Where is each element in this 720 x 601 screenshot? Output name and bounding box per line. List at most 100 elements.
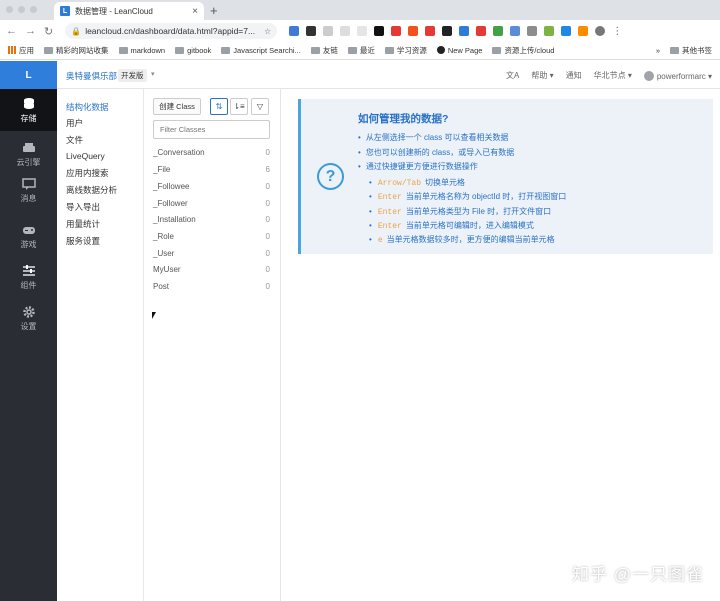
class-row[interactable]: Post 0	[153, 282, 270, 291]
sidebar-item-components[interactable]: 组件	[0, 256, 57, 298]
class-row[interactable]: _File 6	[153, 165, 270, 174]
extension-icon[interactable]	[391, 26, 402, 36]
help-panel: 如何管理我的数据? ? 从左侧选择一个 class 可以查看相关数据 您也可以创…	[298, 99, 713, 254]
bookmark-folder[interactable]: 学习资源	[385, 45, 427, 56]
bookmark-folder[interactable]: 最近	[348, 45, 375, 56]
chevron-down-icon[interactable]: ▾	[151, 70, 155, 78]
extension-icon[interactable]	[374, 26, 385, 36]
help-title: 如何管理我的数据?	[358, 113, 449, 125]
class-row[interactable]: _Installation 0	[153, 215, 270, 224]
sort-name-icon[interactable]: ⇅	[210, 98, 228, 115]
region-menu[interactable]: 华北节点 ▾	[594, 70, 632, 81]
extension-icon[interactable]	[510, 26, 521, 36]
class-name: Post	[153, 282, 170, 291]
extension-icon[interactable]	[442, 26, 453, 36]
extension-icon[interactable]	[425, 26, 436, 36]
submenu-item-files[interactable]: 文件	[66, 134, 83, 146]
bookmark-folder[interactable]: 资源上传/cloud	[492, 45, 554, 56]
language-icon[interactable]: 文A	[506, 70, 519, 81]
class-row[interactable]: _User 0	[153, 249, 270, 258]
bookmark-folder[interactable]: Javascript Searchi...	[221, 46, 301, 55]
extension-icon[interactable]	[476, 26, 487, 36]
close-tab-icon[interactable]: ×	[192, 6, 198, 17]
shortcut-item: Enter当前单元格类型为 File 时，打开文件窗口	[369, 206, 551, 217]
notify-link[interactable]: 通知	[566, 70, 582, 81]
submenu-item-usage-stats[interactable]: 用量统计	[66, 218, 100, 230]
profile-avatar-icon[interactable]	[595, 26, 606, 36]
class-name: _Follower	[153, 199, 188, 208]
sidebar-item-settings[interactable]: 设置	[0, 297, 57, 339]
class-count: 0	[265, 232, 270, 241]
extension-icon[interactable]	[323, 26, 334, 36]
submenu-item-import-export[interactable]: 导入导出	[66, 201, 100, 213]
bookmark-apps[interactable]: 应用	[8, 45, 34, 56]
submenu-item-service-settings[interactable]: 服务设置	[66, 235, 100, 247]
submenu-item-structured-data[interactable]: 结构化数据	[66, 101, 109, 113]
class-name: _File	[153, 165, 171, 174]
leancloud-logo[interactable]: L	[0, 61, 57, 89]
sidebar-item-storage[interactable]: 存储	[0, 89, 57, 131]
class-row[interactable]: MyUser 0	[153, 265, 270, 274]
extension-icon[interactable]	[578, 26, 589, 36]
submenu-item-users[interactable]: 用户	[66, 117, 83, 129]
new-tab-icon[interactable]: +	[210, 3, 218, 18]
submenu-item-in-app-search[interactable]: 应用内搜索	[66, 167, 109, 179]
sidebar-item-game[interactable]: 游戏	[0, 215, 57, 257]
question-icon: ?	[317, 163, 344, 190]
bookmark-folder[interactable]: gitbook	[175, 46, 211, 55]
class-row[interactable]: _Conversation 0	[153, 148, 270, 157]
message-icon	[21, 177, 36, 190]
extension-icon[interactable]	[527, 26, 538, 36]
extension-icon[interactable]	[357, 26, 368, 36]
extension-icon[interactable]	[493, 26, 504, 36]
other-bookmarks[interactable]: 其他书签	[670, 45, 712, 56]
extension-icon[interactable]	[459, 26, 470, 36]
filter-classes-input[interactable]	[153, 120, 270, 139]
shortcut-item: Arrow/Tab切换单元格	[369, 177, 465, 188]
user-menu[interactable]: powerformarc ▾	[643, 70, 712, 81]
extension-icon[interactable]	[289, 26, 300, 36]
class-count: 0	[265, 215, 270, 224]
forward-icon[interactable]: →	[25, 25, 36, 37]
back-icon[interactable]: ←	[6, 25, 17, 37]
extension-icon[interactable]	[408, 26, 419, 36]
submenu-item-livequery[interactable]: LiveQuery	[66, 151, 105, 161]
create-class-button[interactable]: 创建 Class	[153, 98, 201, 115]
extension-icon[interactable]	[561, 26, 572, 36]
menu-dots-icon[interactable]: ⋮	[612, 26, 622, 37]
extension-icon[interactable]	[340, 26, 351, 36]
class-row[interactable]: _Follower 0	[153, 199, 270, 208]
shortcut-desc: 当前单元格类型为 File 时，打开文件窗口	[405, 207, 552, 216]
app-name[interactable]: 奥特曼俱乐部	[66, 70, 117, 82]
window-controls[interactable]	[6, 6, 37, 13]
shortcut-desc: 当前单元格可编辑时，进入编辑模式	[405, 221, 534, 230]
filter-icon[interactable]: ▽	[251, 98, 269, 115]
url-text: leancloud.cn/dashboard/data.html?appid=7…	[85, 26, 256, 36]
bookmarks-more-icon[interactable]: »	[656, 46, 660, 55]
tab-title: 数据管理 - LeanCloud	[75, 6, 153, 16]
shortcut-item: e当单元格数据较多时，更方便的编辑当前单元格	[369, 234, 555, 245]
sidebar-item-label: 设置	[20, 321, 37, 331]
extension-icon[interactable]	[544, 26, 555, 36]
class-row[interactable]: _Followee 0	[153, 182, 270, 191]
class-row[interactable]: _Role 0	[153, 232, 270, 241]
sidebar-item-message[interactable]: 消息	[0, 169, 57, 211]
region-label: 华北节点	[593, 71, 626, 80]
main-sidebar: 存储 云引擎 消息 游戏 组件 设置	[0, 89, 57, 601]
url-field[interactable]: 🔒 leancloud.cn/dashboard/data.html?appid…	[65, 23, 278, 39]
star-icon[interactable]: ☆	[264, 27, 271, 36]
bookmark-folder[interactable]: markdown	[119, 46, 166, 55]
bookmark-github[interactable]: New Page	[437, 46, 483, 55]
header-right: 文A 帮助 ▾ 通知 华北节点 ▾ powerformarc ▾	[506, 70, 712, 81]
bookmark-folder[interactable]: 友链	[311, 45, 338, 56]
bookmarks-bar: 应用 精彩的网站收集 markdown gitbook Javascript S…	[0, 42, 720, 60]
extension-icon[interactable]	[306, 26, 317, 36]
bookmark-folder[interactable]: 精彩的网站收集	[44, 45, 109, 56]
browser-tab[interactable]: L 数据管理 - LeanCloud ×	[54, 2, 204, 20]
storage-submenu: 结构化数据 用户 文件 LiveQuery 应用内搜索 离线数据分析 导入导出 …	[57, 89, 144, 601]
help-menu[interactable]: 帮助 ▾	[531, 70, 553, 81]
submenu-item-offline-analysis[interactable]: 离线数据分析	[66, 184, 117, 196]
gear-icon	[22, 305, 35, 318]
sort-count-icon[interactable]: ⇂≡	[230, 98, 248, 115]
reload-icon[interactable]: ↻	[44, 25, 53, 38]
